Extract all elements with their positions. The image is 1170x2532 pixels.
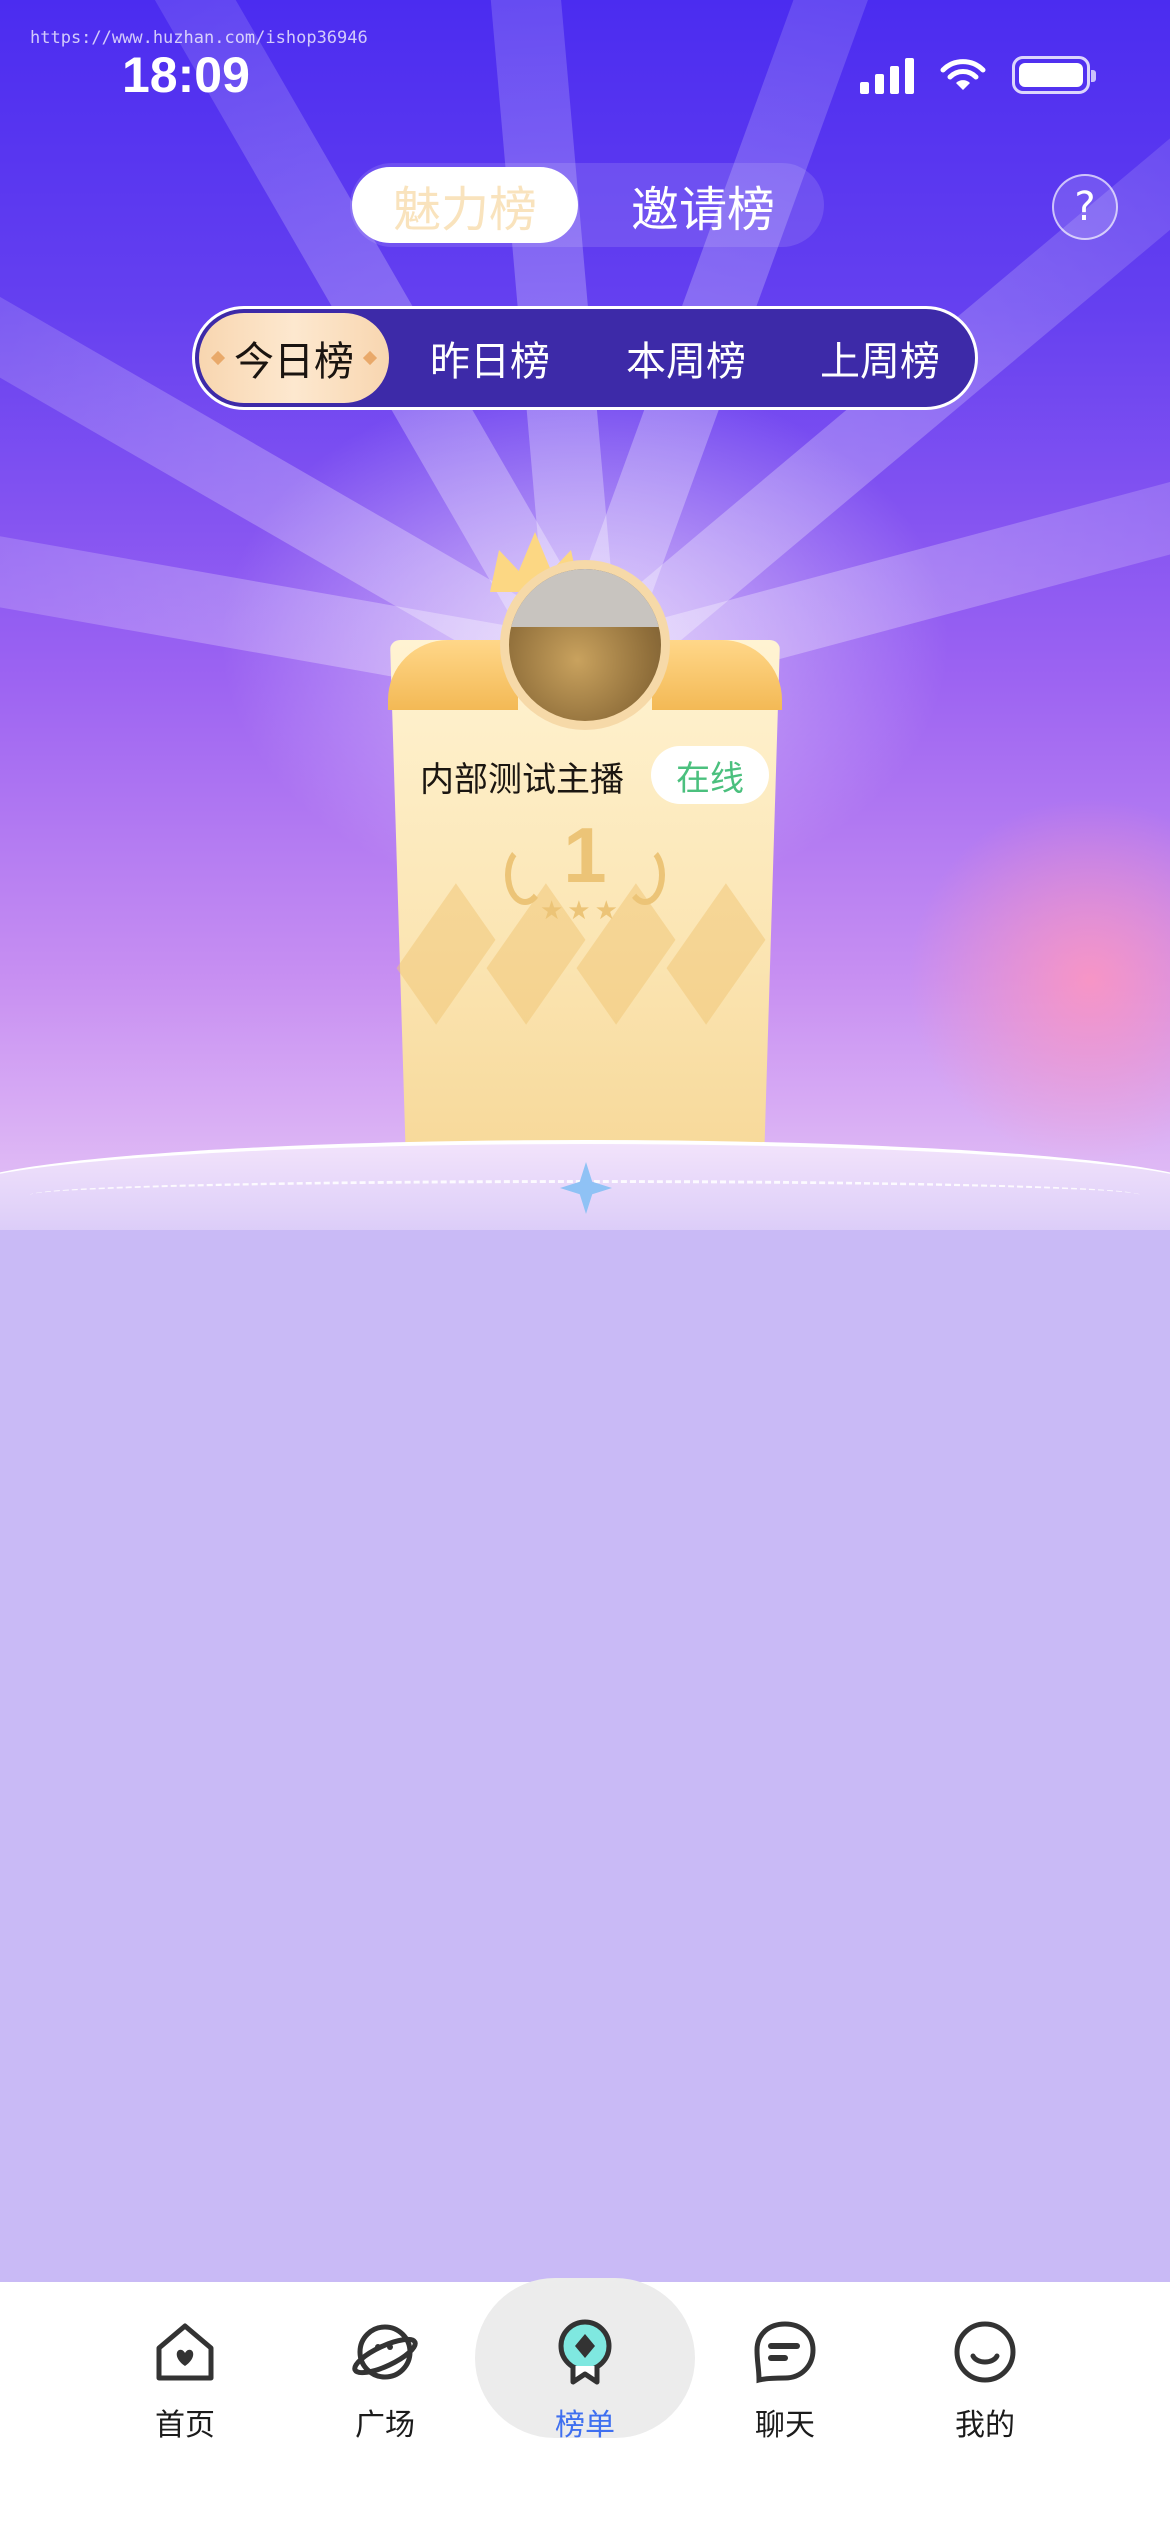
avatar [509,569,661,721]
chat-icon [754,2321,816,2384]
bottom-nav: 首页 广场 榜单 聊天 我的 [0,2278,1170,2532]
laurel-left-icon [505,845,545,905]
nav-mine[interactable]: 我的 [885,2318,1085,2448]
help-button[interactable]: ? [1052,174,1118,240]
home-icon [156,2323,214,2381]
rank-number: 1 [563,811,607,899]
status-icons [860,56,1096,94]
planet-icon [352,2324,418,2380]
tab-invite-ranking[interactable]: 邀请榜 [590,167,816,243]
top1-host-name: 内部测试主播 [420,760,624,800]
watermark-text: https://www.huzhan.com/ishop36946 [30,28,368,48]
wifi-icon [940,59,986,90]
tab-this-week[interactable]: 本周榜 [591,313,781,403]
laurel-right-icon [625,845,665,905]
nav-home[interactable]: 首页 [85,2318,285,2448]
nav-chat[interactable]: 聊天 [685,2318,885,2448]
period-tabs: 今日榜 昨日榜 本周榜 上周榜 [192,306,978,410]
nav-square[interactable]: 广场 [285,2318,485,2448]
ranking-badge-icon [558,2319,612,2385]
nav-mine-label: 我的 [955,2408,1015,2443]
nav-ranking[interactable]: 榜单 [475,2278,695,2448]
nav-home-label: 首页 [155,2408,215,2443]
ranking-list [0,1230,1170,2282]
profile-icon [954,2321,1016,2383]
tab-yesterday[interactable]: 昨日榜 [395,313,585,403]
rank-stars-icon: ★★★ [540,896,622,926]
tab-last-week[interactable]: 上周榜 [787,313,973,403]
nav-chat-label: 聊天 [755,2408,815,2443]
nav-square-label: 广场 [355,2408,415,2443]
top1-avatar[interactable] [500,560,670,730]
cellular-signal-icon [860,56,914,94]
ranking-type-tabs: 魅力榜 邀请榜 [350,163,824,247]
status-time: 18:09 [122,47,250,103]
tab-charm-ranking[interactable]: 魅力榜 [352,167,578,243]
nav-ranking-label: 榜单 [555,2408,615,2443]
tab-today[interactable]: 今日榜 [199,313,389,403]
battery-icon [1012,56,1096,94]
online-status-badge: 在线 [651,746,769,804]
